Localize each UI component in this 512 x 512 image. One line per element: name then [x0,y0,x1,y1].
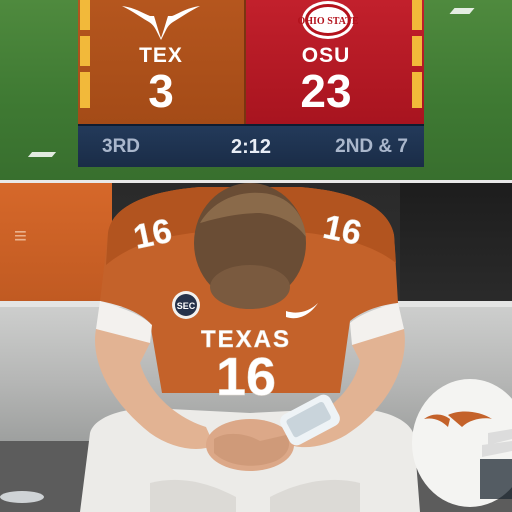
away-team-score: 23 [300,65,352,117]
left-shoulder-number: 16 [130,212,175,257]
timeout-indicator [412,72,422,108]
away-team-panel: OHIO STATE OSU 23 [246,0,424,124]
home-team-score: 3 [148,65,174,117]
home-team-panel: TEX 3 [78,0,246,124]
ohio-state-wordmark: OHIO STATE [297,16,358,27]
ohio-state-logo: OHIO STATE [246,0,424,44]
yard-line [449,8,475,14]
helmet-icon [412,379,512,507]
game-status-bar: 3RD 2:12 2ND & 7 [78,124,424,167]
right-shoulder-number: 16 [320,208,365,253]
jersey-chest-number: 16 [216,347,276,407]
longhorn-logo [78,0,244,44]
yard-line [27,152,57,157]
sideline-photo: ≡ 16 16 SEC TEXAS 16 [0,183,512,512]
broadcast-frame: TEX 3 OHIO STATE OSU 23 3RD 2:12 2ND & 7 [0,0,512,180]
player-figure: 16 16 SEC TEXAS 16 [0,183,512,512]
down-and-distance: 2ND & 7 [335,136,408,157]
sec-patch-icon: SEC [177,301,196,311]
scorebug: TEX 3 OHIO STATE OSU 23 3RD 2:12 2ND & 7 [78,0,424,167]
